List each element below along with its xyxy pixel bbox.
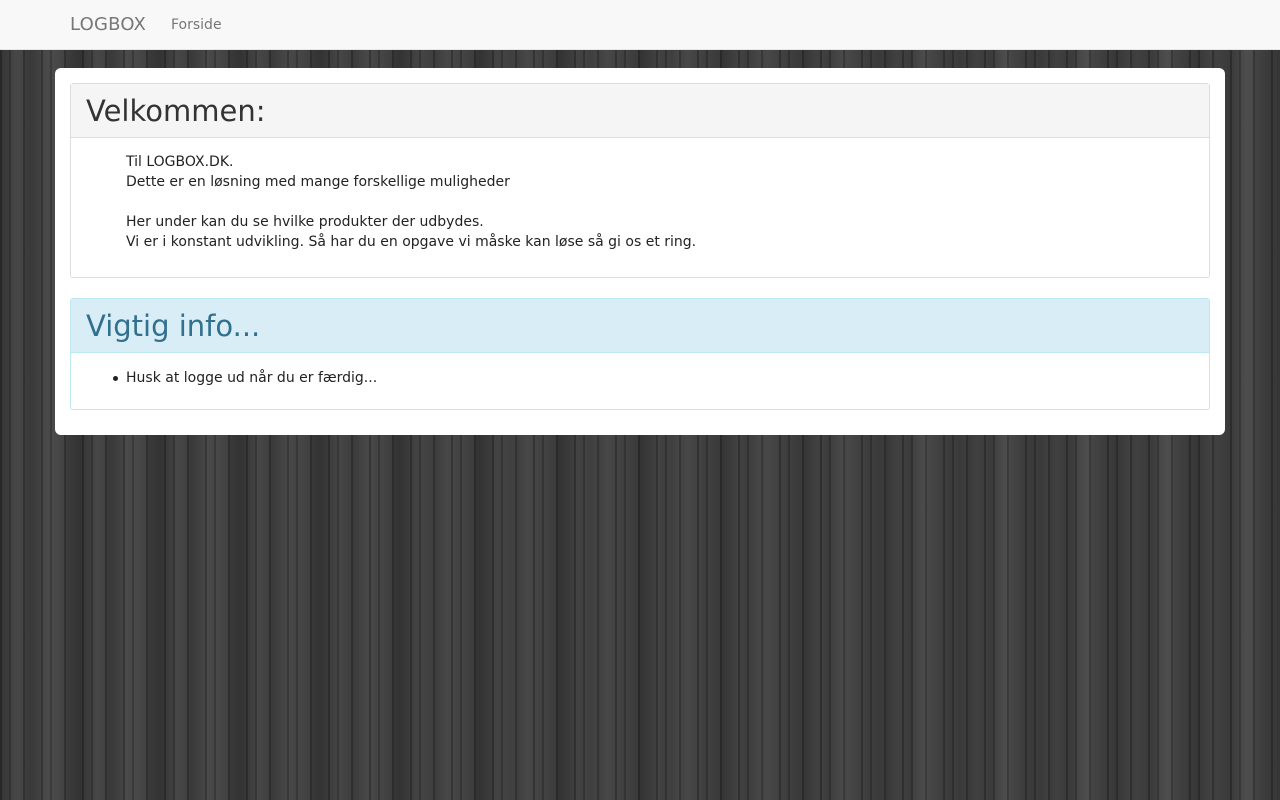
brand-logo-link[interactable]: LOGBOX	[70, 13, 146, 37]
info-panel-body: Husk at logge ud når du er færdig...	[71, 353, 1209, 409]
welcome-text-line: Til LOGBOX.DK.	[126, 154, 234, 170]
welcome-title: Velkommen:	[86, 94, 266, 128]
welcome-text-line: Her under kan du se hvilke produkter der…	[126, 214, 484, 230]
info-list-item: Husk at logge ud når du er færdig...	[113, 368, 1194, 388]
welcome-panel-body: Til LOGBOX.DK. Dette er en løsning med m…	[71, 138, 1209, 277]
info-list: Husk at logge ud når du er færdig...	[113, 368, 1194, 388]
welcome-text-line: Dette er en løsning med mange forskellig…	[126, 174, 510, 190]
welcome-panel-heading: Velkommen:	[71, 84, 1209, 138]
info-title: Vigtig info...	[86, 309, 261, 343]
welcome-text-line: Vi er i konstant udvikling. Så har du en…	[126, 234, 697, 250]
nav-link-forside[interactable]: Forside	[171, 15, 222, 35]
main-content-card: Velkommen: Til LOGBOX.DK. Dette er en lø…	[55, 68, 1225, 435]
top-navbar: LOGBOX Forside	[0, 0, 1280, 50]
info-panel-heading: Vigtig info...	[71, 299, 1209, 353]
welcome-panel: Velkommen: Til LOGBOX.DK. Dette er en lø…	[70, 83, 1210, 278]
important-info-panel: Vigtig info... Husk at logge ud når du e…	[70, 298, 1210, 410]
